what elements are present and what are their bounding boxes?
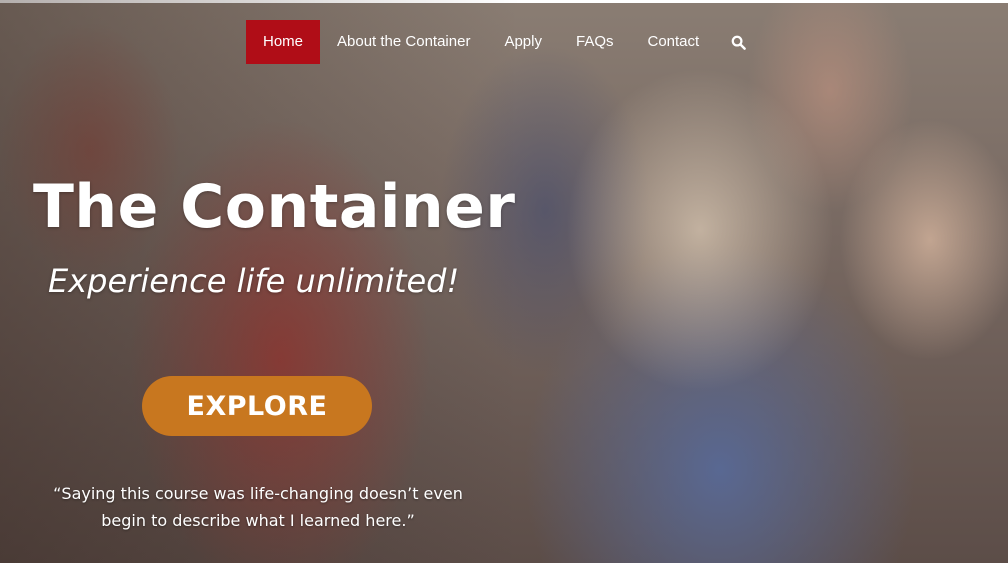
nav-item-faqs[interactable]: FAQs <box>559 20 631 64</box>
page-title: The Container <box>33 172 516 242</box>
nav-item-about[interactable]: About the Container <box>320 20 487 64</box>
search-button[interactable] <box>716 20 760 64</box>
main-nav: Home About the Container Apply FAQs Cont… <box>246 20 760 64</box>
hero-tagline: Experience life unlimited! <box>48 262 460 300</box>
search-icon <box>731 35 746 50</box>
testimonial-quote: “Saying this course was life-changing do… <box>53 484 463 530</box>
hero-section: Home About the Container Apply FAQs Cont… <box>0 0 1008 563</box>
nav-item-contact[interactable]: Contact <box>631 20 717 64</box>
nav-item-home[interactable]: Home <box>246 20 321 64</box>
explore-button[interactable]: EXPLORE <box>142 376 372 436</box>
nav-item-apply[interactable]: Apply <box>487 20 559 64</box>
